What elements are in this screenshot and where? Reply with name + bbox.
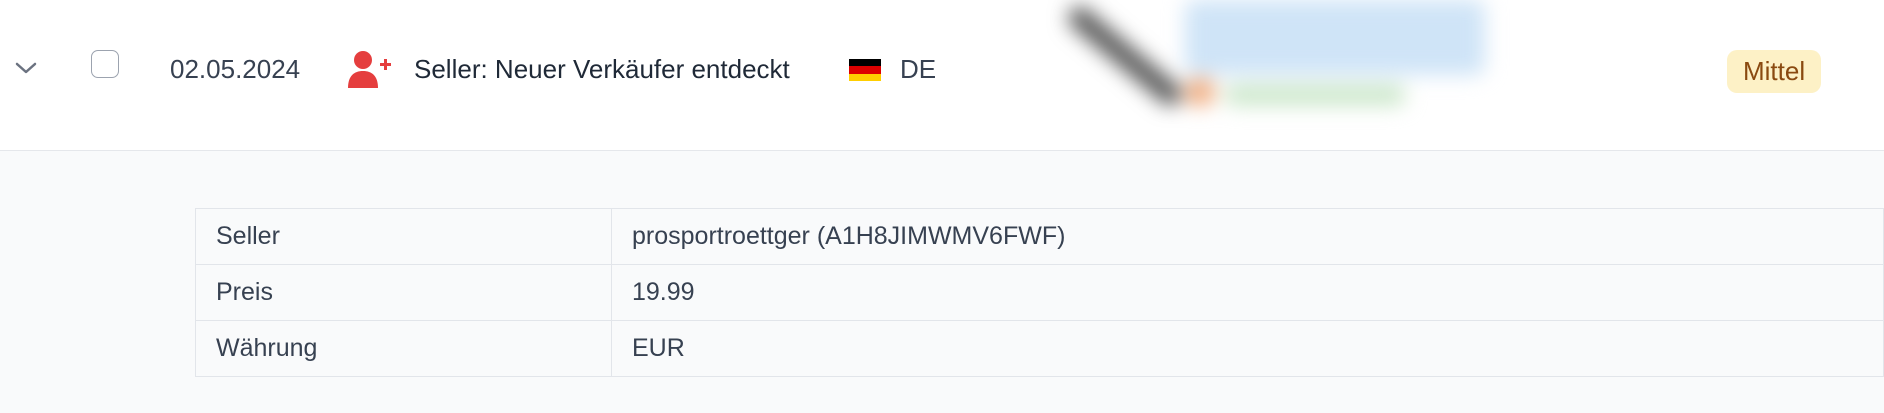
table-row: Preis 19.99 <box>195 264 1884 321</box>
details-table: Seller prosportroettger (A1H8JIMWMV6FWF)… <box>195 208 1884 377</box>
priority-badge: Mittel <box>1727 50 1822 93</box>
table-row: Seller prosportroettger (A1H8JIMWMV6FWF) <box>195 208 1884 265</box>
row-checkbox[interactable] <box>91 50 119 78</box>
detail-key: Preis <box>195 264 612 321</box>
alert-details-panel: Seller prosportroettger (A1H8JIMWMV6FWF)… <box>0 151 1884 413</box>
alert-date: 02.05.2024 <box>170 54 301 84</box>
table-row: Währung EUR <box>195 320 1884 377</box>
detail-key: Währung <box>195 320 612 377</box>
chevron-down-icon[interactable] <box>14 60 38 76</box>
alert-row[interactable]: 02.05.2024 Seller: Neuer Verkäufer entde… <box>0 0 1884 151</box>
detail-value: 19.99 <box>611 264 1884 321</box>
product-thumbnail <box>1035 0 1485 132</box>
user-plus-icon <box>348 51 391 88</box>
detail-value: prosportroettger (A1H8JIMWMV6FWF) <box>611 208 1884 265</box>
detail-value: EUR <box>611 320 1884 377</box>
germany-flag-icon <box>849 59 881 81</box>
alert-title: Seller: Neuer Verkäufer entdeckt <box>414 54 790 84</box>
country-code: DE <box>900 54 937 84</box>
detail-key: Seller <box>195 208 612 265</box>
